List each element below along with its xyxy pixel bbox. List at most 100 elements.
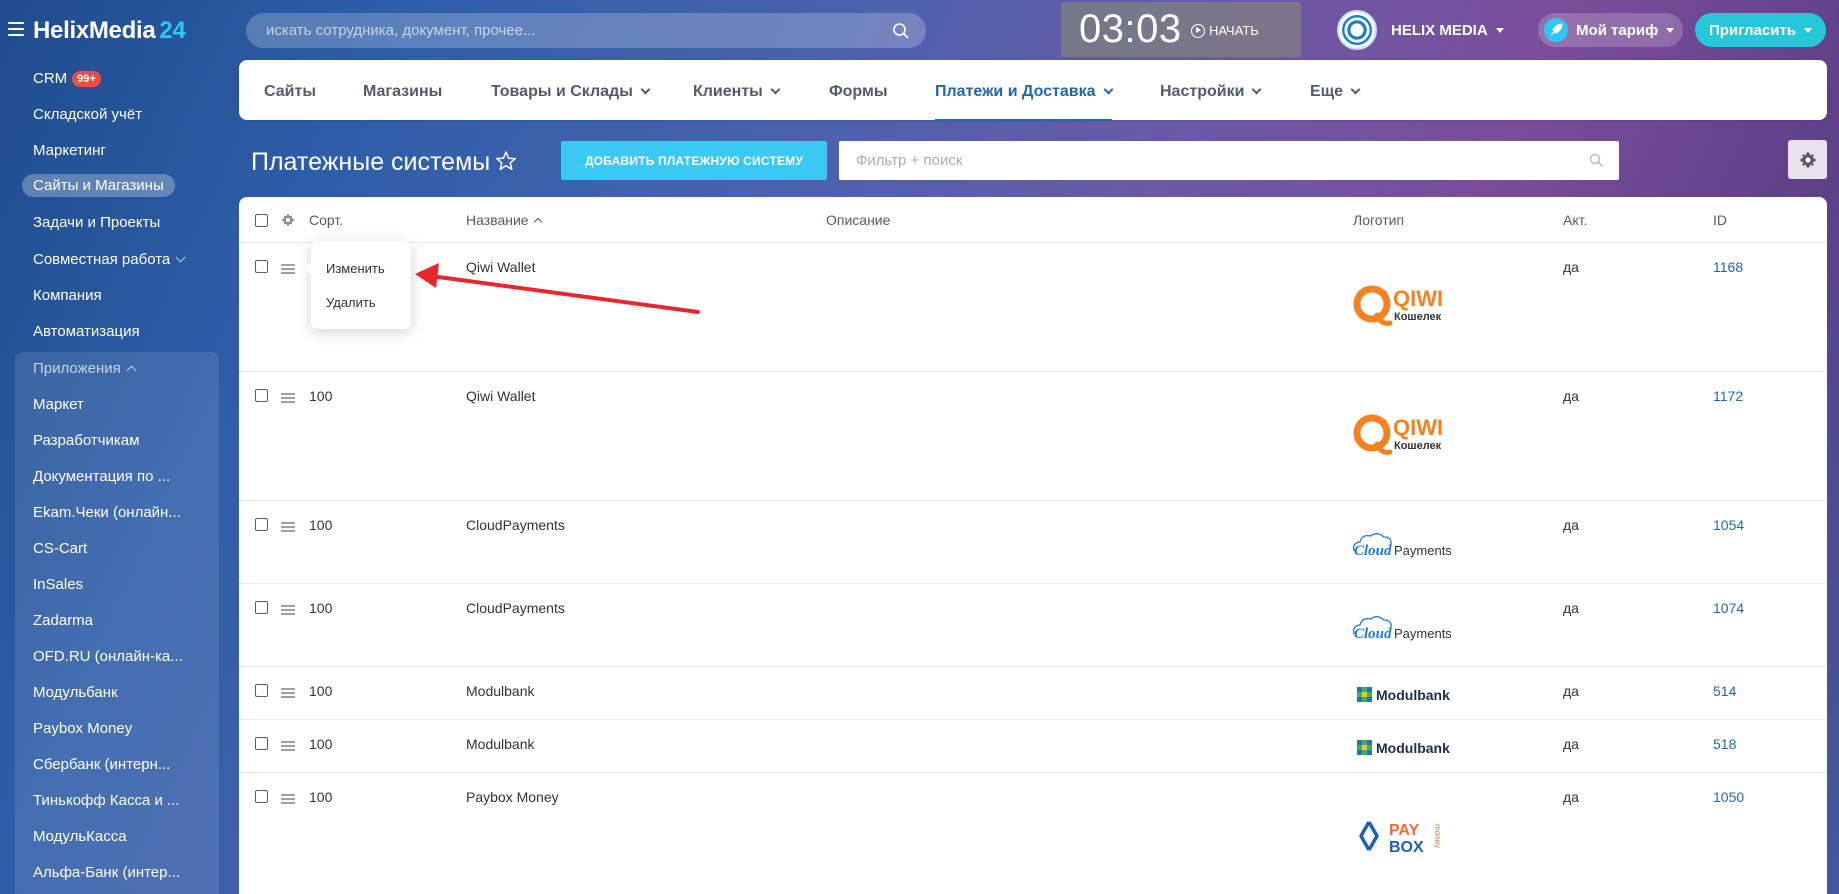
menu-icon[interactable] [8, 22, 24, 36]
column-active[interactable]: Акт. [1563, 212, 1587, 228]
tab-forms[interactable]: Формы [829, 83, 888, 101]
add-payment-system-button[interactable]: ДОБАВИТЬ ПЛАТЕЖНУЮ СИСТЕМУ [561, 141, 827, 180]
sidebar-item-tasks[interactable]: Задачи и Проекты [33, 214, 160, 231]
row-checkbox[interactable] [255, 684, 268, 697]
sidebar-item-automation[interactable]: Автоматизация [33, 323, 140, 340]
sidebar-item-crm[interactable]: CRM 99+ [33, 70, 101, 87]
row-menu-icon[interactable] [281, 264, 295, 274]
filter-search-input[interactable] [839, 141, 1559, 180]
cell-sort: 100 [309, 600, 333, 616]
cell-id-link[interactable]: 1168 [1713, 259, 1743, 275]
sidebar-item-marketing[interactable]: Маркетинг [33, 142, 106, 159]
svg-text:Кошелек: Кошелек [1394, 440, 1442, 452]
star-icon[interactable] [495, 150, 517, 172]
row-menu-icon[interactable] [281, 741, 295, 751]
table-row[interactable]: 100 Modulbank Modulbank да 518 [239, 720, 1827, 773]
sidebar-app-item[interactable]: OFD.RU (онлайн-ка... [33, 648, 183, 665]
table-row[interactable]: 100 Modulbank Modulbank да 514 [239, 667, 1827, 720]
sidebar-app-item[interactable]: Разработчикам [33, 432, 139, 449]
global-search-input[interactable] [246, 13, 846, 48]
context-menu-delete[interactable]: Удалить [326, 295, 376, 310]
sidebar-app-item[interactable]: InSales [33, 576, 83, 593]
qiwi-logo: QIWI Кошелек [1353, 412, 1453, 463]
svg-text:BOX: BOX [1389, 839, 1424, 856]
sidebar-app-item[interactable]: МодульКасса [33, 828, 127, 845]
tab-shops[interactable]: Магазины [363, 83, 442, 101]
search-icon[interactable] [1589, 153, 1604, 168]
timer-start-button[interactable]: НАЧАТЬ [1191, 23, 1259, 38]
row-menu-icon[interactable] [281, 794, 295, 804]
search-icon[interactable] [892, 22, 910, 40]
row-checkbox[interactable] [255, 790, 268, 803]
row-checkbox[interactable] [255, 389, 268, 402]
sidebar-app-item[interactable]: CS-Cart [33, 540, 87, 557]
table-row[interactable]: Qiwi Wallet QIWI Кошелек да 1168 [239, 243, 1827, 372]
row-checkbox[interactable] [255, 601, 268, 614]
chevron-down-icon [1350, 84, 1361, 95]
top-bar: HelixMedia24 03:03 НАЧАТЬ HELIX MEDIA Мо… [0, 0, 1839, 60]
sidebar-app-item[interactable]: Документация по ... [33, 468, 170, 485]
tab-settings[interactable]: Настройки [1160, 83, 1262, 101]
cell-id-link[interactable]: 1050 [1713, 789, 1744, 805]
row-menu-icon[interactable] [281, 393, 295, 403]
context-menu-edit[interactable]: Изменить [326, 261, 385, 276]
svg-text:Кошелек: Кошелек [1394, 311, 1442, 323]
row-checkbox[interactable] [255, 737, 268, 750]
column-description[interactable]: Описание [826, 212, 890, 228]
table-row[interactable]: 100 Qiwi Wallet QIWI Кошелек да 1172 [239, 372, 1827, 501]
tariff-button[interactable]: Мой тариф [1538, 13, 1683, 47]
row-menu-icon[interactable] [281, 688, 295, 698]
app-logo[interactable]: HelixMedia 24 [33, 17, 186, 45]
table-row[interactable]: 100 CloudPayments Cloud Payments да 1074 [239, 584, 1827, 667]
sidebar-item-sites-shops[interactable]: Сайты и Магазины [22, 174, 175, 197]
cell-sort: 100 [309, 388, 333, 404]
tab-products-warehouses[interactable]: Товары и Склады [491, 83, 651, 101]
table-row[interactable]: 100 CloudPayments Cloud Payments да 1054 [239, 501, 1827, 584]
cell-name: Qiwi Wallet [466, 259, 536, 275]
cell-id-link[interactable]: 514 [1713, 683, 1736, 699]
cloudpayments-logo: Cloud Payments [1351, 612, 1461, 649]
sidebar-app-item[interactable]: Paybox Money [33, 720, 132, 737]
paybox-logo: PAY BOX money [1357, 818, 1447, 863]
gear-icon[interactable] [281, 213, 295, 227]
tab-clients[interactable]: Клиенты [693, 83, 781, 101]
cell-name: CloudPayments [466, 600, 565, 616]
sidebar-app-item[interactable]: Альфа-Банк (интер... [33, 864, 180, 881]
cell-id-link[interactable]: 1074 [1713, 600, 1744, 616]
column-sort[interactable]: Сорт. [309, 212, 343, 228]
sidebar-app-item[interactable]: Ekam.Чеки (онлайн... [33, 504, 181, 521]
cell-name: Qiwi Wallet [466, 388, 536, 404]
row-checkbox[interactable] [255, 260, 268, 273]
column-logo[interactable]: Логотип [1353, 212, 1404, 228]
sidebar-app-item[interactable]: Маркет [33, 396, 84, 413]
column-name[interactable]: Название [466, 212, 541, 228]
table-row[interactable]: 100 Paybox Money PAY BOX money да 1050 [239, 773, 1827, 894]
tab-more[interactable]: Еще [1310, 83, 1361, 101]
sidebar-app-item[interactable]: Тинькофф Касса и ... [33, 792, 180, 809]
sidebar-apps-toggle[interactable]: Приложения [33, 360, 137, 377]
sidebar-app-item[interactable]: Zadarma [33, 612, 93, 629]
column-id[interactable]: ID [1713, 212, 1727, 228]
invite-label: Пригласить [1708, 21, 1797, 39]
svg-text:QIWI: QIWI [1393, 286, 1443, 311]
tab-sites[interactable]: Сайты [264, 83, 316, 101]
company-switcher[interactable]: HELIX MEDIA [1337, 10, 1504, 50]
cell-id-link[interactable]: 1172 [1713, 388, 1743, 404]
sidebar-item-warehouse[interactable]: Складской учёт [33, 106, 142, 123]
timer-time: 03:03 [1079, 7, 1182, 51]
select-all-checkbox[interactable] [255, 214, 268, 227]
tab-payments-delivery[interactable]: Платежи и Доставка [935, 83, 1113, 121]
sidebar-app-item[interactable]: Модульбанк [33, 684, 118, 701]
sidebar-app-item[interactable]: Сбербанк (интерн... [33, 756, 170, 773]
cell-id-link[interactable]: 518 [1713, 736, 1736, 752]
company-avatar [1337, 10, 1377, 50]
row-checkbox[interactable] [255, 518, 268, 531]
cell-id-link[interactable]: 1054 [1713, 517, 1744, 533]
list-settings-button[interactable] [1788, 140, 1827, 179]
sidebar-item-collaboration[interactable]: Совместная работа [33, 251, 186, 268]
row-menu-icon[interactable] [281, 605, 295, 615]
page-title: Платежные системы [251, 148, 491, 176]
sidebar-item-company[interactable]: Компания [33, 287, 102, 304]
invite-button[interactable]: Пригласить [1695, 13, 1826, 47]
row-menu-icon[interactable] [281, 522, 295, 532]
